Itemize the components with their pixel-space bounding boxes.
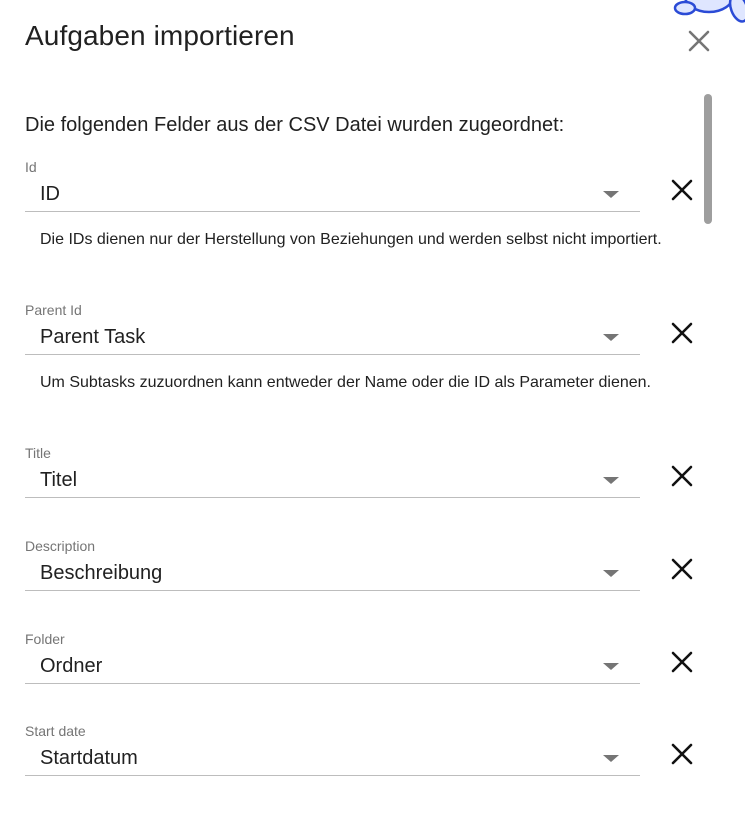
scrollbar-thumb[interactable] xyxy=(704,94,712,224)
mascot-illustration xyxy=(673,0,745,23)
arrow-drop-down-icon xyxy=(603,191,619,198)
arrow-drop-down-icon xyxy=(603,477,619,484)
column-select[interactable]: Beschreibung xyxy=(25,556,640,591)
arrow-drop-down-icon xyxy=(603,570,619,577)
select-value: Startdatum xyxy=(40,747,138,769)
column-select[interactable]: Startdatum xyxy=(25,741,640,776)
select-value: Beschreibung xyxy=(40,562,163,584)
arrow-drop-down-icon xyxy=(603,334,619,341)
field-hint: Die IDs dienen nur der Herstellung von B… xyxy=(40,231,662,248)
close-icon[interactable] xyxy=(684,26,714,56)
dialog-title: Aufgaben importieren xyxy=(25,20,295,51)
field-label: Parent Id xyxy=(25,302,82,318)
column-select[interactable]: Titel xyxy=(25,463,640,498)
column-select[interactable]: Parent Task xyxy=(25,320,640,355)
close-icon[interactable] xyxy=(669,741,695,767)
mapping-intro-text: Die folgenden Felder aus der CSV Datei w… xyxy=(25,114,565,136)
field-label: Folder xyxy=(25,631,65,647)
field-hint: Um Subtasks zuzuordnen kann entweder der… xyxy=(40,374,651,391)
close-icon[interactable] xyxy=(669,556,695,582)
arrow-drop-down-icon xyxy=(603,663,619,670)
arrow-drop-down-icon xyxy=(603,755,619,762)
column-select[interactable]: Ordner xyxy=(25,649,640,684)
select-value: ID xyxy=(40,183,60,205)
close-icon[interactable] xyxy=(669,649,695,675)
select-value: Ordner xyxy=(40,655,103,677)
select-value: Titel xyxy=(40,469,78,491)
close-icon[interactable] xyxy=(669,463,695,489)
close-icon[interactable] xyxy=(669,177,695,203)
field-label: Description xyxy=(25,538,96,554)
column-select[interactable]: ID xyxy=(25,177,640,212)
select-value: Parent Task xyxy=(40,326,146,348)
field-label: Title xyxy=(25,445,51,461)
field-label: Start date xyxy=(25,723,86,739)
field-label: Id xyxy=(25,159,37,175)
close-icon[interactable] xyxy=(669,320,695,346)
